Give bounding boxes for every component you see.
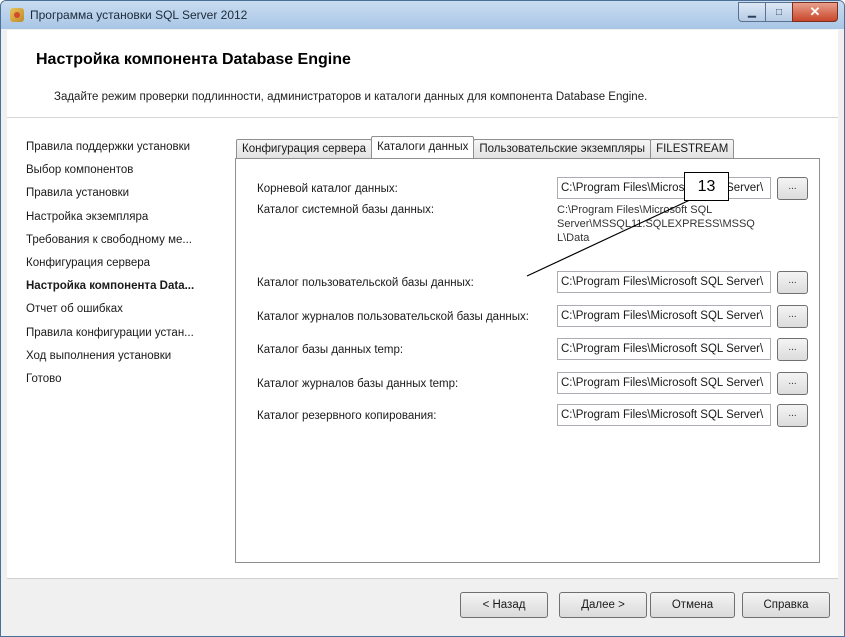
tab-data-directories[interactable]: Каталоги данных (371, 136, 475, 158)
callout-number-label: 13 (684, 172, 729, 201)
callout-line (526, 198, 693, 277)
callout-leader-line (526, 198, 693, 277)
